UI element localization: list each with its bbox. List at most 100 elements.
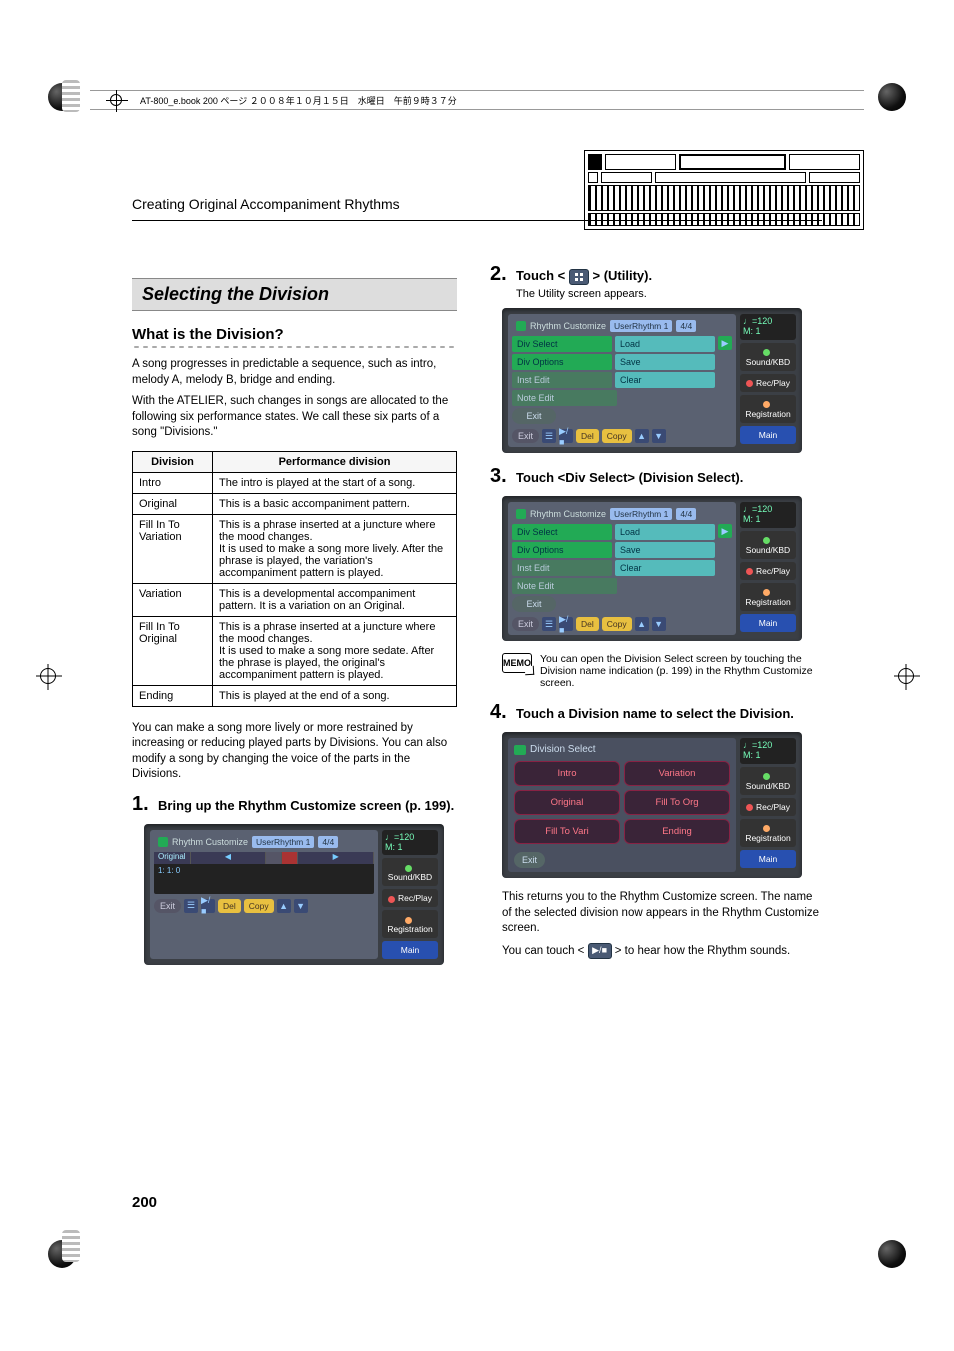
spiral-binding-top (62, 80, 80, 112)
copy-button[interactable]: Copy (244, 899, 274, 913)
page-rule (132, 220, 822, 221)
screenshot-utility-menu-1: Rhythm Customize UserRhythm 1 4/4 Div Se… (502, 308, 802, 453)
sound-kbd-button[interactable]: Sound/KBD (382, 858, 438, 886)
sub-heading: What is the Division? (132, 326, 462, 343)
menu-note-edit[interactable]: Note Edit (512, 390, 617, 406)
step-sub: The Utility screen appears. (516, 288, 820, 300)
utility-icon (569, 269, 589, 285)
registration-button[interactable]: Registration (740, 395, 796, 423)
track-tab[interactable]: Original (154, 852, 191, 864)
after-step4-paragraph-1: This returns you to the Rhythm Customize… (502, 890, 820, 937)
down-icon[interactable]: ▼ (652, 429, 666, 443)
registration-button[interactable]: Registration (382, 910, 438, 938)
chapter-title: Creating Original Accompaniment Rhythms (132, 196, 400, 212)
page-number: 200 (132, 1194, 157, 1211)
copy-button[interactable]: Copy (602, 429, 632, 443)
sound-kbd-button[interactable]: Sound/KBD (740, 531, 796, 559)
registration-button[interactable]: Registration (740, 819, 796, 847)
scr-box-timesig: 4/4 (318, 836, 338, 848)
track-prev-icon[interactable]: ◀ (191, 852, 267, 864)
up-icon[interactable]: ▲ (635, 617, 649, 631)
memo-icon: MEMO (502, 653, 532, 673)
main-button[interactable]: Main (740, 426, 796, 444)
menu-note-edit[interactable]: Note Edit (512, 578, 617, 594)
menu-icon[interactable]: ☰ (184, 899, 198, 913)
menu-inst-edit[interactable]: Inst Edit (512, 372, 612, 388)
menu-div-select[interactable]: Div Select (512, 336, 612, 352)
rec-play-button[interactable]: Rec/Play (740, 798, 796, 816)
play-stop-icon: ▶/■ (588, 943, 612, 959)
division-fill-to-org[interactable]: Fill To Org (624, 790, 730, 815)
sound-kbd-button[interactable]: Sound/KBD (740, 767, 796, 795)
del-button[interactable]: Del (218, 899, 241, 913)
down-icon[interactable]: ▼ (294, 899, 308, 913)
division-intro[interactable]: Intro (514, 761, 620, 786)
track-next-icon[interactable]: ▶ (298, 852, 374, 864)
exit-button[interactable]: Exit (154, 899, 181, 913)
window-icon (514, 745, 526, 755)
menu-div-options[interactable]: Div Options (512, 354, 612, 370)
menu-icon[interactable]: ☰ (542, 429, 556, 443)
menu-exit[interactable]: Exit (512, 596, 556, 612)
division-original[interactable]: Original (514, 790, 620, 815)
table-row: Fill In To OriginalThis is a phrase inse… (133, 616, 457, 685)
track-rec-icon[interactable] (282, 852, 298, 864)
up-icon[interactable]: ▲ (635, 429, 649, 443)
step-1: 1. Bring up the Rhythm Customize screen … (132, 793, 462, 816)
ds-title: Division Select (530, 744, 596, 755)
play-icon[interactable]: ▶/■ (559, 617, 573, 631)
step-4: 4. Touch a Division name to select the D… (490, 701, 820, 724)
book-header: AT-800_e.book 200 ページ ２００８年１０月１５日 水曜日 午前… (90, 90, 864, 110)
play-icon[interactable]: ▶/■ (201, 899, 215, 913)
main-button[interactable]: Main (740, 614, 796, 632)
exit-button[interactable]: Exit (512, 429, 539, 443)
down-icon[interactable]: ▼ (652, 617, 666, 631)
del-button[interactable]: Del (576, 617, 599, 631)
menu-load[interactable]: Load (615, 336, 715, 352)
tempo-display: ♩=120M: 1 (740, 314, 796, 340)
del-button[interactable]: Del (576, 429, 599, 443)
screenshot-rhythm-customize: Rhythm Customize UserRhythm 1 4/4 Origin… (144, 824, 444, 966)
expand-icon[interactable]: ▶ (718, 336, 732, 350)
scr-box-rhythm: UserRhythm 1 (252, 836, 314, 848)
menu-icon[interactable]: ☰ (542, 617, 556, 631)
rec-play-button[interactable]: Rec/Play (740, 562, 796, 580)
up-icon[interactable]: ▲ (277, 899, 291, 913)
rec-play-button[interactable]: Rec/Play (740, 374, 796, 392)
play-icon[interactable]: ▶/■ (559, 429, 573, 443)
exit-button[interactable]: Exit (512, 617, 539, 631)
menu-clear[interactable]: Clear (615, 560, 715, 576)
sound-kbd-button[interactable]: Sound/KBD (740, 343, 796, 371)
track-stop-icon[interactable] (266, 852, 282, 864)
menu-div-options[interactable]: Div Options (512, 542, 612, 558)
tempo-display: ♩=120M: 1 (740, 502, 796, 528)
menu-inst-edit[interactable]: Inst Edit (512, 560, 612, 576)
main-button[interactable]: Main (382, 941, 438, 959)
copy-button[interactable]: Copy (602, 617, 632, 631)
step-text: Touch < > (Utility). (516, 268, 652, 283)
ds-exit[interactable]: Exit (514, 852, 545, 868)
th-performance: Performance division (213, 451, 457, 472)
memo-block: MEMO You can open the Division Select sc… (502, 653, 820, 689)
menu-load[interactable]: Load (615, 524, 715, 540)
menu-exit[interactable]: Exit (512, 408, 556, 424)
screenshot-utility-menu-2: Rhythm Customize UserRhythm 1 4/4 Div Se… (502, 496, 802, 641)
menu-save[interactable]: Save (615, 354, 715, 370)
crop-corner-tr (857, 62, 927, 132)
division-fill-to-vari[interactable]: Fill To Vari (514, 819, 620, 844)
crop-corner-br (857, 1219, 927, 1289)
registration-button[interactable]: Registration (740, 583, 796, 611)
division-ending[interactable]: Ending (624, 819, 730, 844)
division-variation[interactable]: Variation (624, 761, 730, 786)
after-step4-paragraph-2: You can touch < ▶/■ > to hear how the Rh… (502, 943, 820, 960)
section-heading: Selecting the Division (132, 278, 457, 311)
menu-div-select[interactable]: Div Select (512, 524, 612, 540)
rec-play-button[interactable]: Rec/Play (382, 889, 438, 907)
th-division: Division (133, 451, 213, 472)
menu-clear[interactable]: Clear (615, 372, 715, 388)
menu-save[interactable]: Save (615, 542, 715, 558)
dot-rule (132, 345, 457, 349)
main-button[interactable]: Main (740, 850, 796, 868)
step-text: Touch <Div Select> (Division Select). (516, 470, 743, 485)
expand-icon[interactable]: ▶ (718, 524, 732, 538)
